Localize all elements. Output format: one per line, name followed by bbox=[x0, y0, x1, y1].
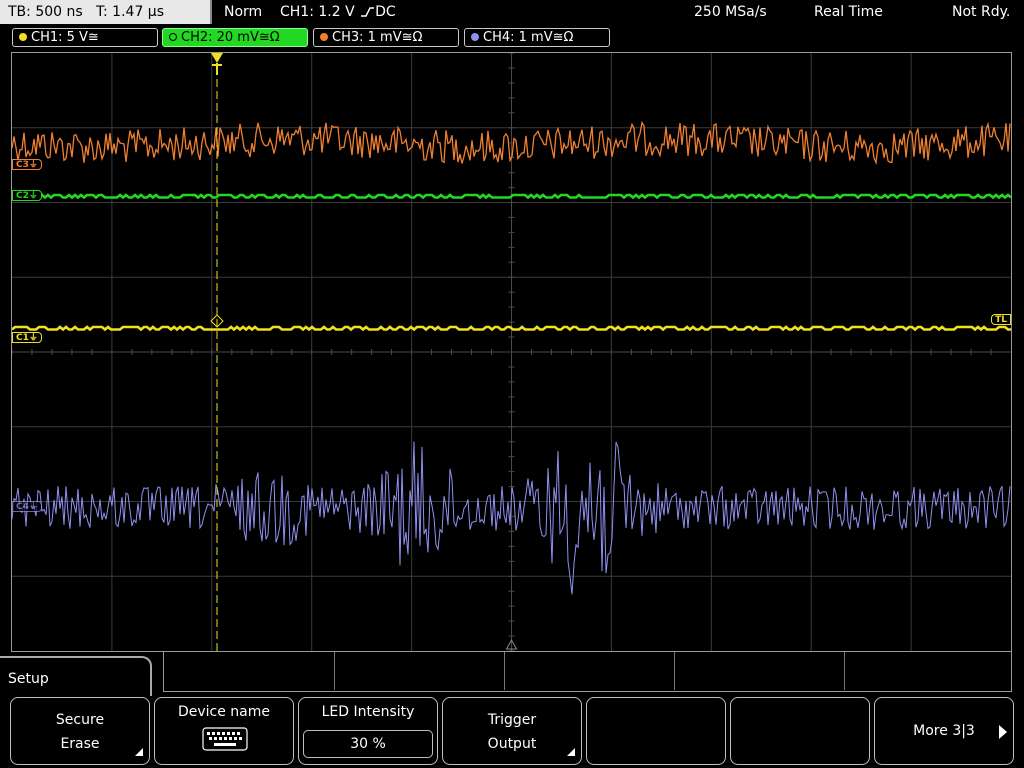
trigger-level-label: TL bbox=[995, 315, 1007, 325]
softkey-label: Output bbox=[487, 736, 537, 752]
strip-cell bbox=[674, 652, 845, 690]
status-bar: TB: 500 ns T: 1.47 µs Norm CH1: 1.2 V DC… bbox=[0, 0, 1024, 24]
softkey-label: Secure bbox=[55, 712, 105, 728]
trigger-mode[interactable]: Norm bbox=[224, 4, 262, 20]
ch2-label: CH2: 20 mV≅Ω bbox=[181, 30, 280, 45]
submenu-corner-icon bbox=[135, 748, 143, 756]
menu-title-tab: Setup bbox=[0, 656, 152, 696]
keyboard-icon bbox=[202, 727, 248, 751]
menu-info-strip bbox=[163, 652, 1012, 692]
ch4-color-icon bbox=[471, 33, 479, 41]
softkey-label: LED Intensity bbox=[321, 704, 415, 720]
ch1-label: CH1: 5 V≅ bbox=[31, 30, 99, 45]
ch3-offset-marker[interactable]: C3⏚ bbox=[12, 159, 42, 170]
ch2-trace bbox=[12, 193, 1011, 200]
waveform-canvas bbox=[12, 53, 1011, 651]
device-name-button[interactable]: Device name bbox=[154, 697, 294, 765]
led-intensity-value-box[interactable]: 30 % bbox=[303, 730, 433, 758]
acquisition-state: Not Rdy. bbox=[952, 4, 1011, 20]
ch1-trace bbox=[12, 325, 1011, 332]
trigger-info[interactable]: CH1: 1.2 V DC bbox=[280, 4, 396, 20]
softkey-label: Erase bbox=[60, 736, 100, 752]
sample-rate: 250 MSa/s bbox=[694, 4, 767, 20]
trigger-position-icon bbox=[211, 53, 223, 63]
empty-softkey-6[interactable] bbox=[730, 697, 870, 765]
acquisition-mode: Real Time bbox=[814, 4, 883, 20]
ch3-color-icon bbox=[320, 33, 328, 41]
trigger-time-value: T: 1.47 µs bbox=[96, 4, 165, 20]
waveform-display[interactable]: C3⏚ C2⏚ C1⏚ C4⏚ TL bbox=[11, 52, 1012, 652]
led-intensity-button[interactable]: LED Intensity 30 % bbox=[298, 697, 438, 765]
channel-tab-ch1[interactable]: CH1: 5 V≅ bbox=[12, 28, 158, 47]
more-menu-button[interactable]: More 3|3 bbox=[874, 697, 1014, 765]
ch3-marker-label: C3 bbox=[16, 160, 29, 170]
timebase-box[interactable]: TB: 500 ns T: 1.47 µs bbox=[0, 0, 212, 24]
trigger-output-button[interactable]: Trigger Output bbox=[442, 697, 582, 765]
channel-tab-ch2[interactable]: CH2: 20 mV≅Ω bbox=[162, 28, 308, 47]
strip-cell bbox=[164, 652, 335, 690]
led-intensity-value: 30 % bbox=[350, 736, 386, 752]
trigger-coupling: DC bbox=[375, 4, 396, 20]
next-page-arrow-icon bbox=[999, 725, 1007, 739]
ch1-marker-label: C1 bbox=[16, 333, 29, 343]
ch2-color-icon bbox=[169, 33, 177, 41]
ch4-marker-label: C4 bbox=[16, 502, 29, 512]
menu-title: Setup bbox=[8, 671, 49, 687]
softkey-label: More 3|3 bbox=[913, 723, 975, 739]
submenu-corner-icon bbox=[567, 748, 575, 756]
ch2-marker-label: C2 bbox=[16, 191, 29, 201]
strip-cell bbox=[334, 652, 505, 690]
ch3-label: CH3: 1 mV≅Ω bbox=[332, 30, 423, 45]
trigger-source: CH1: 1.2 V bbox=[280, 4, 355, 20]
ch2-offset-marker[interactable]: C2⏚ bbox=[12, 190, 42, 201]
secure-erase-button[interactable]: Secure Erase bbox=[10, 697, 150, 765]
ch1-offset-marker[interactable]: C1⏚ bbox=[12, 332, 42, 343]
ch1-color-icon bbox=[19, 33, 27, 41]
empty-softkey-5[interactable] bbox=[586, 697, 726, 765]
trigger-level-marker[interactable]: TL bbox=[991, 314, 1011, 325]
timebase-value: TB: 500 ns bbox=[8, 4, 83, 20]
ch4-offset-marker[interactable]: C4⏚ bbox=[12, 501, 42, 512]
softkey-label: Device name bbox=[177, 704, 271, 720]
strip-cell bbox=[504, 652, 675, 690]
rising-edge-icon bbox=[361, 7, 375, 17]
ch4-label: CH4: 1 mV≅Ω bbox=[483, 30, 574, 45]
softkey-label: Trigger bbox=[487, 712, 537, 728]
channel-tab-ch3[interactable]: CH3: 1 mV≅Ω bbox=[313, 28, 459, 47]
channel-tab-ch4[interactable]: CH4: 1 mV≅Ω bbox=[464, 28, 610, 47]
